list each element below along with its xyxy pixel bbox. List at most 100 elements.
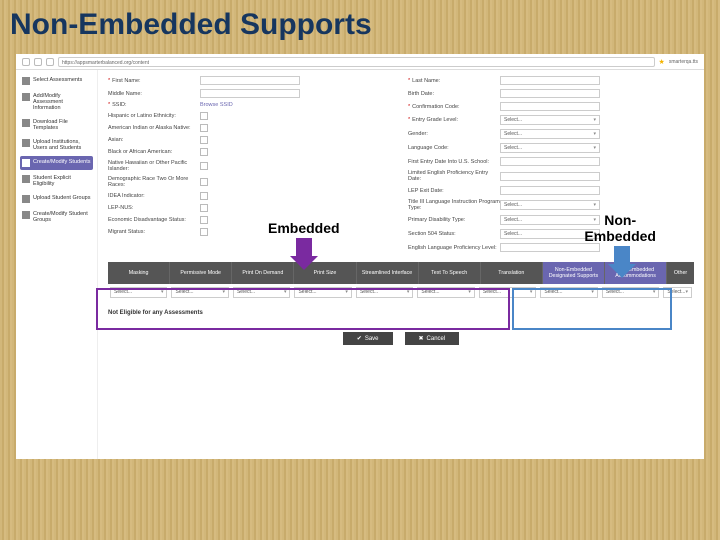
grid-select[interactable]: Select...▾ — [233, 287, 290, 298]
grid-select[interactable]: Select...▾ — [294, 287, 351, 298]
required-asterisk: * — [108, 102, 110, 108]
browse-link[interactable]: Browse SSID — [200, 102, 233, 108]
select-value: Select... — [504, 231, 522, 237]
field-control — [500, 76, 694, 85]
sidebar-item-upload-groups[interactable]: Upload Student Groups — [20, 192, 93, 206]
select-value: Select... — [114, 289, 132, 295]
content: *First Name:Middle Name:*SSID:Browse SSI… — [98, 70, 704, 459]
grid-cell: Select...▾ — [231, 285, 292, 300]
callout-non-line1: Non- — [604, 212, 636, 228]
select-input[interactable]: Select...▾ — [500, 115, 600, 125]
text-input[interactable] — [500, 157, 600, 166]
text-input[interactable] — [500, 76, 600, 85]
field-control: Select...▾ — [500, 143, 694, 153]
bookmark-star-icon[interactable]: ★ — [659, 58, 665, 66]
slide-title: Non-Embedded Supports — [0, 0, 720, 54]
select-value: Select... — [504, 217, 522, 223]
checkbox[interactable] — [200, 112, 208, 120]
grid-select[interactable]: Select... ▾ — [171, 287, 228, 298]
forward-icon[interactable] — [34, 58, 42, 66]
text-input[interactable] — [500, 186, 600, 195]
reload-icon[interactable] — [46, 58, 54, 66]
required-asterisk: * — [108, 78, 110, 84]
check-icon: ✔ — [357, 335, 362, 342]
grid-header: MaskingPermissive ModePrint On DemandPri… — [108, 262, 694, 284]
text-input[interactable] — [500, 172, 600, 181]
chevron-down-icon: ▾ — [593, 131, 596, 137]
sidebar-item-create-groups[interactable]: Create/Modify Student Groups — [20, 208, 93, 226]
back-icon[interactable] — [22, 58, 30, 66]
grid-select[interactable]: Select...▾ — [540, 287, 597, 298]
checkbox[interactable] — [200, 192, 208, 200]
field-label: Primary Disability Type: — [408, 217, 500, 223]
grid-header-cell: Permissive Mode — [170, 262, 232, 284]
btn-label: Cancel — [427, 336, 446, 342]
sidebar-item-label: Upload Institutions, Users and Students — [33, 139, 91, 151]
grid-select[interactable]: Select...▾ — [417, 287, 474, 298]
arrow-non-embedded — [608, 246, 636, 282]
x-icon: ✖ — [419, 335, 424, 342]
field-control: Browse SSID — [200, 102, 394, 108]
form-row: First Entry Date Into U.S. School: — [408, 157, 694, 166]
sidebar-item-label: Add/Modify Assessment Information — [33, 93, 91, 111]
form-row: Asian: — [108, 136, 394, 144]
checkbox[interactable] — [200, 228, 208, 236]
text-input[interactable] — [200, 89, 300, 98]
sidebar-item-select-assessments[interactable]: Select Assessments — [20, 74, 93, 88]
sidebar-item-create-students[interactable]: Create/Modify Students — [20, 156, 93, 170]
url-bar[interactable]: https://appsmarterbalanced.org/content — [58, 57, 655, 67]
sidebar-item-download-templates[interactable]: Download File Templates — [20, 116, 93, 134]
grid-select[interactable]: Select... ▾ — [110, 287, 167, 298]
checkbox[interactable] — [200, 204, 208, 212]
text-input[interactable] — [500, 89, 600, 98]
select-input[interactable]: Select...▾ — [500, 129, 600, 139]
cancel-button[interactable]: ✖Cancel — [405, 332, 460, 345]
select-input[interactable]: Select...▾ — [500, 200, 600, 210]
field-control — [500, 172, 694, 181]
select-value: Select... — [175, 289, 193, 295]
field-label: Language Code: — [408, 145, 500, 151]
field-label: Birth Date: — [408, 91, 500, 97]
chevron-down-icon: ▾ — [222, 289, 225, 295]
checkbox[interactable] — [200, 178, 208, 186]
form-row: LEP Exit Date: — [408, 186, 694, 195]
chevron-down-icon: ▾ — [685, 289, 688, 295]
save-button[interactable]: ✔Save — [343, 332, 393, 345]
sidebar-item-label: Create/Modify Student Groups — [33, 211, 91, 223]
checkbox[interactable] — [200, 148, 208, 156]
form-row: Middle Name: — [108, 89, 394, 98]
select-input[interactable]: Select...▾ — [500, 143, 600, 153]
grid-select[interactable]: Select...▾ — [663, 287, 692, 298]
chevron-down-icon: ▾ — [161, 289, 164, 295]
grid-header-cell: Streamlined Interface — [357, 262, 419, 284]
select-value: Select... — [667, 289, 685, 295]
text-input[interactable] — [500, 243, 600, 252]
select-value: Select... — [544, 289, 562, 295]
sidebar-icon — [22, 77, 30, 85]
sidebar-item-label: Upload Student Groups — [33, 195, 90, 201]
checkbox[interactable] — [200, 162, 208, 170]
sidebar-icon — [22, 175, 30, 183]
chevron-down-icon: ▾ — [284, 289, 287, 295]
checkbox[interactable] — [200, 136, 208, 144]
sidebar-item-eligibility[interactable]: Student Explicit Eligibility — [20, 172, 93, 190]
field-control — [500, 243, 694, 252]
chevron-down-icon: ▾ — [407, 289, 410, 295]
checkbox[interactable] — [200, 216, 208, 224]
field-label: Native Hawaiian or Other Pacific Islande… — [108, 160, 200, 172]
app-frame: https://appsmarterbalanced.org/content ★… — [16, 54, 704, 459]
sidebar-icon — [22, 93, 30, 101]
sidebar-item-upload[interactable]: Upload Institutions, Users and Students — [20, 136, 93, 154]
checkbox[interactable] — [200, 124, 208, 132]
grid-select[interactable]: Select...▾ — [356, 287, 413, 298]
form-row: Black or African American: — [108, 148, 394, 156]
form-row: Demographic Race Two Or More Races: — [108, 176, 394, 188]
select-value: Select... — [298, 289, 316, 295]
text-input[interactable] — [500, 102, 600, 111]
grid-select[interactable]: Select...▾ — [479, 287, 536, 298]
grid-select[interactable]: Select...▾ — [602, 287, 659, 298]
sidebar-item-addmodify-assessment[interactable]: Add/Modify Assessment Information — [20, 90, 93, 114]
field-label: *Last Name: — [408, 78, 500, 84]
form-row: Economic Disadvantage Status: — [108, 216, 394, 224]
text-input[interactable] — [200, 76, 300, 85]
